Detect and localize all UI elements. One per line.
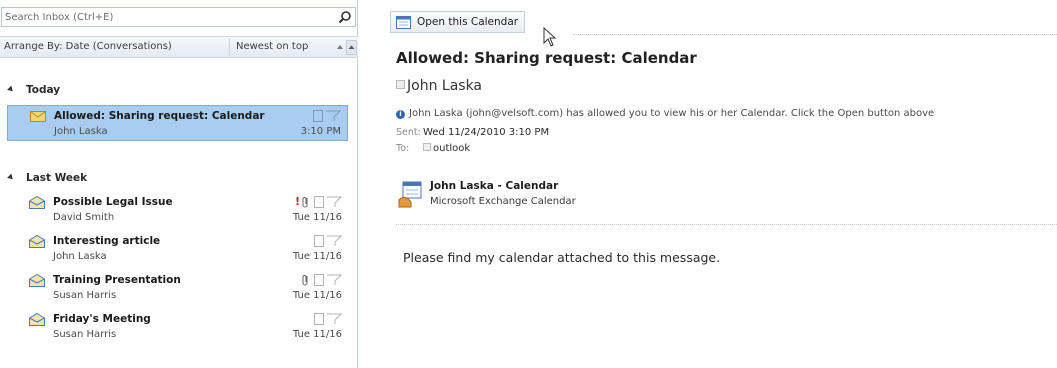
message-subject: Possible Legal Issue	[53, 196, 173, 208]
category-icon[interactable]	[314, 235, 324, 247]
group-header-last-week[interactable]: Last Week	[7, 172, 88, 184]
high-importance-icon: !	[294, 195, 300, 208]
calendar-icon	[396, 16, 411, 29]
flag-icon[interactable]	[326, 235, 342, 247]
message-item[interactable]: Possible Legal Issue David Smith Tue 11/…	[7, 192, 348, 228]
sent-value: Wed 11/24/2010 3:10 PM	[423, 127, 550, 138]
flag-icon[interactable]	[326, 196, 342, 208]
reading-pane: Open this Calendar Allowed: Sharing requ…	[363, 0, 1057, 368]
message-sender: John Laska	[54, 126, 108, 137]
info-text: John Laska (john@velsoft.com) has allowe…	[409, 108, 935, 119]
flag-icon[interactable]	[326, 313, 342, 325]
message-body: Please find my calendar attached to this…	[403, 250, 721, 265]
search-icon[interactable]	[338, 10, 352, 24]
message-date: Tue 11/16	[292, 290, 342, 301]
message-item[interactable]: Interesting article John Laska Tue 11/16	[7, 231, 348, 267]
info-icon: i	[396, 110, 405, 119]
envelope-icon	[30, 111, 46, 122]
group-label: Last Week	[26, 172, 88, 184]
mouse-cursor-icon	[543, 27, 557, 47]
search-box[interactable]	[1, 7, 356, 27]
message-item[interactable]: Training Presentation Susan Harris Tue 1…	[7, 270, 348, 306]
group-header-today[interactable]: Today	[7, 84, 61, 96]
message-subject: Allowed: Sharing request: Calendar	[54, 110, 265, 122]
open-envelope-icon	[29, 274, 45, 287]
message-subject: Interesting article	[53, 235, 161, 247]
message-subject-heading: Allowed: Sharing request: Calendar	[396, 49, 697, 67]
attachment-subtitle: Microsoft Exchange Calendar	[430, 196, 576, 207]
sender-name[interactable]: John Laska	[396, 78, 482, 94]
message-subject: Friday's Meeting	[53, 313, 151, 325]
sent-label: Sent:	[396, 127, 421, 138]
shared-calendar-icon[interactable]	[398, 180, 424, 208]
divider	[396, 224, 1057, 225]
category-icon[interactable]	[314, 274, 324, 286]
message-date: Tue 11/16	[292, 251, 342, 262]
message-list-pane: Arrange By: Date (Conversations) Newest …	[0, 0, 358, 368]
message-sender: David Smith	[53, 212, 115, 223]
message-item[interactable]: Friday's Meeting Susan Harris Tue 11/16	[7, 309, 348, 345]
attachment-title[interactable]: John Laska - Calendar	[430, 180, 558, 192]
sender-label: John Laska	[407, 78, 483, 94]
info-bar: i John Laska (john@velsoft.com) has allow…	[396, 108, 934, 119]
paperclip-icon	[302, 197, 308, 208]
open-calendar-button[interactable]: Open this Calendar	[390, 11, 526, 33]
message-sender: Susan Harris	[53, 290, 117, 301]
divider	[229, 39, 230, 56]
category-icon[interactable]	[314, 313, 324, 325]
open-envelope-icon	[29, 196, 45, 209]
message-subject: Training Presentation	[53, 274, 181, 286]
flag-icon[interactable]	[326, 274, 342, 286]
divider	[573, 34, 1057, 35]
to-label: To:	[396, 143, 410, 154]
message-sender: John Laska	[53, 251, 107, 262]
presence-icon	[396, 80, 405, 89]
search-input[interactable]	[5, 10, 325, 25]
message-sender: Susan Harris	[53, 329, 117, 340]
message-date: Tue 11/16	[292, 329, 342, 340]
open-calendar-label: Open this Calendar	[417, 16, 519, 28]
arrange-by-button[interactable]: Arrange By: Date (Conversations)	[4, 41, 172, 52]
open-envelope-icon	[29, 313, 45, 326]
group-label: Today	[26, 84, 61, 96]
message-date: Tue 11/16	[292, 212, 342, 223]
recipient-name: outlook	[433, 143, 471, 154]
collapse-caret-icon[interactable]	[7, 85, 15, 94]
category-icon[interactable]	[313, 110, 323, 122]
flag-icon[interactable]	[325, 110, 341, 122]
collapse-caret-icon[interactable]	[7, 173, 15, 182]
category-icon[interactable]	[314, 196, 324, 208]
arrange-bar: Arrange By: Date (Conversations) Newest …	[0, 36, 358, 58]
message-date: 3:10 PM	[300, 126, 341, 137]
sort-arrow-icon[interactable]	[336, 43, 344, 51]
to-value[interactable]: outlook	[423, 143, 470, 154]
open-envelope-icon	[29, 235, 45, 248]
scroll-up-icon[interactable]	[346, 40, 357, 55]
paperclip-icon	[302, 275, 308, 286]
recipient-icon	[423, 143, 431, 151]
sort-order-button[interactable]: Newest on top	[236, 41, 308, 52]
message-item-selected[interactable]: Allowed: Sharing request: Calendar John …	[7, 105, 348, 141]
